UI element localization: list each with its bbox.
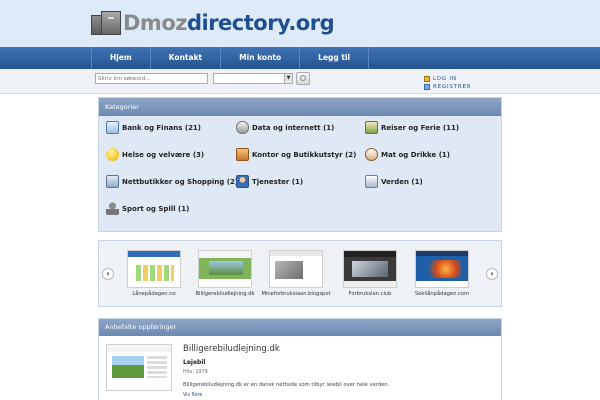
category-shopping[interactable]: Nettbutikker og Shopping (2) <box>106 175 238 188</box>
category-select[interactable]: ▼ <box>213 73 293 84</box>
listing-hits: Hits: 1979 <box>183 370 208 375</box>
carousel-label[interactable]: Lånepådagen.no <box>114 291 194 297</box>
category-label: Kontor og Butikkutstyr (2) <box>252 150 357 159</box>
nav-item-add[interactable]: Legg til <box>300 47 370 69</box>
carousel-label[interactable]: Billigerebiludlejning.dk <box>185 291 265 297</box>
recommended-listings-panel: Anbefalte oppføringer Billigerebiludlejn… <box>98 318 502 400</box>
logo-text-part2: directory.org <box>186 11 335 35</box>
category-label: Reiser og Ferie (11) <box>381 123 460 132</box>
logo-text: Dmozdirectory.org <box>123 10 335 36</box>
site-header: Dmozdirectory.org <box>0 0 600 47</box>
page: Dmozdirectory.org Hjem Kontakt Min konto… <box>0 0 600 400</box>
featured-carousel: ‹ › Lånepådagen.no Billigerebiludlejning… <box>98 240 502 307</box>
main-nav-bar: Hjem Kontakt Min konto Legg til <box>0 47 600 69</box>
listing-description: Billigerebiludlejning.dk er en dansk net… <box>183 382 390 388</box>
categories-heading: Kategorier <box>99 98 501 116</box>
category-label: Helse og velvære (3) <box>122 150 205 159</box>
search-input[interactable] <box>95 73 208 84</box>
site-logo[interactable]: Dmozdirectory.org <box>91 10 335 36</box>
listing-more-link[interactable]: Vis flere <box>183 393 202 398</box>
category-sport-games[interactable]: Sport og Spill (1) <box>106 202 189 215</box>
category-label: Nettbutikker og Shopping (2) <box>122 177 239 186</box>
recommended-heading: Anbefalte oppføringer <box>99 319 501 336</box>
smiley-icon <box>106 148 119 161</box>
login-link[interactable]: LOG IN <box>424 76 457 82</box>
chevron-right-icon[interactable]: › <box>486 268 498 280</box>
category-label: Verden (1) <box>381 177 423 186</box>
office-box-icon <box>236 148 249 161</box>
categories-panel: Kategorier Bank og Finans (21) Data og i… <box>98 97 502 232</box>
nav-item-home[interactable]: Hjem <box>91 47 151 69</box>
category-label: Sport og Spill (1) <box>122 204 190 213</box>
category-label: Data og internett (1) <box>252 123 335 132</box>
travel-icon <box>365 121 378 134</box>
search-button[interactable] <box>296 72 310 85</box>
category-office[interactable]: Kontor og Butikkutstyr (2) <box>236 148 356 161</box>
category-data-internet[interactable]: Data og internett (1) <box>236 121 334 134</box>
carousel-thumbnail[interactable] <box>127 250 181 288</box>
carousel-label[interactable]: Forbrukslan.club <box>330 291 410 297</box>
category-services[interactable]: Tjenester (1) <box>236 175 303 188</box>
search-strip: ▼ <box>0 69 600 94</box>
category-food-drink[interactable]: Mat og Drikke (1) <box>365 148 450 161</box>
listing-thumbnail[interactable] <box>106 344 172 391</box>
register-link[interactable]: REGISTRER <box>424 84 471 90</box>
carousel-label[interactable]: Mineforbrukslaan.blogspot <box>256 291 336 297</box>
bank-icon <box>106 121 119 134</box>
person-icon <box>236 175 249 188</box>
filing-cabinet-icon <box>91 11 121 35</box>
chevron-down-icon: ▼ <box>284 74 292 83</box>
chevron-left-icon[interactable]: ‹ <box>102 268 114 280</box>
listing-title[interactable]: Billigerebiludlejning.dk <box>183 344 280 354</box>
coffee-cup-icon <box>365 148 378 161</box>
carousel-label[interactable]: Sekilånpådagen.com <box>402 291 482 297</box>
user-add-icon <box>424 84 430 90</box>
carousel-thumbnail[interactable] <box>198 250 252 288</box>
shopping-basket-icon <box>106 175 119 188</box>
nav-item-contact[interactable]: Kontakt <box>151 47 222 69</box>
main-nav: Hjem Kontakt Min konto Legg til <box>91 47 370 69</box>
register-label: REGISTRER <box>433 84 472 90</box>
listing-category: Lejebil <box>183 359 206 366</box>
login-label: LOG IN <box>433 76 457 82</box>
category-bank-finance[interactable]: Bank og Finans (21) <box>106 121 201 134</box>
nav-item-my-account[interactable]: Min konto <box>221 47 301 69</box>
category-world[interactable]: Verden (1) <box>365 175 423 188</box>
building-icon <box>365 175 378 188</box>
category-label: Bank og Finans (21) <box>122 123 202 132</box>
category-label: Tjenester (1) <box>252 177 304 186</box>
category-travel[interactable]: Reiser og Ferie (11) <box>365 121 459 134</box>
carousel-thumbnail[interactable] <box>415 250 469 288</box>
category-health[interactable]: Helse og velvære (3) <box>106 148 204 161</box>
carousel-thumbnail[interactable] <box>269 250 323 288</box>
logo-text-part1: Dmoz <box>123 11 187 35</box>
computer-mouse-icon <box>236 121 249 134</box>
carousel-thumbnail[interactable] <box>343 250 397 288</box>
trophy-icon <box>106 202 119 215</box>
search-icon <box>300 75 306 81</box>
category-label: Mat og Drikke (1) <box>381 150 450 159</box>
lock-icon <box>424 76 430 82</box>
